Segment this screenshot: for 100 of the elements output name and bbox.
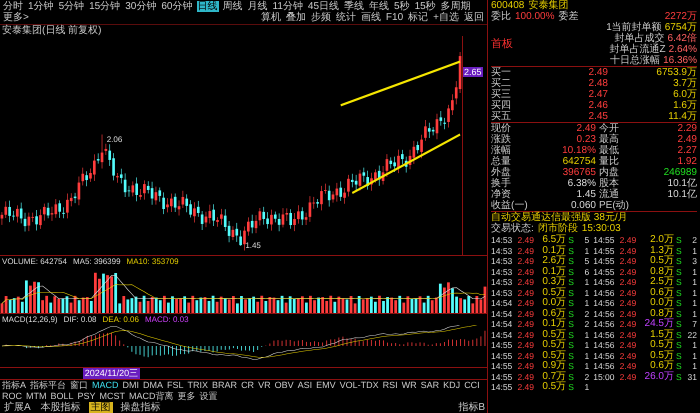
ma5-value: MA5: 396399 <box>72 256 121 267</box>
indicator-tab[interactable]: 指标B <box>458 402 485 413</box>
tick-time: 14:55 <box>491 340 514 350</box>
extension-tab[interactable]: 操盘指标 <box>118 402 163 413</box>
field-value: 2.49 <box>576 123 597 134</box>
period-tab[interactable]: 分时 <box>2 1 24 12</box>
indicator-tab[interactable]: VR <box>258 380 271 391</box>
tick-volume: 0.0万 <box>541 298 566 308</box>
tick-side: S <box>676 308 683 319</box>
tick-price: 2.49 <box>618 330 636 340</box>
field-value: 10.18% <box>561 145 597 156</box>
period-tab[interactable]: 月线 <box>246 1 268 12</box>
extension-tab[interactable]: 扩展A <box>2 402 33 413</box>
tick-volume: 0.6万 <box>649 288 674 298</box>
tick-count: 1 <box>583 350 590 361</box>
period-tab[interactable]: 多周期 <box>440 1 472 12</box>
trading-status: 闭市阶段 <box>538 223 578 234</box>
order-volume: 1.6万 <box>672 100 697 111</box>
period-tab[interactable]: 周线 <box>222 1 244 12</box>
tick-price: 2.49 <box>516 256 534 266</box>
extension-tab[interactable]: 本股指标 <box>38 402 83 413</box>
tick-count: 1 <box>691 266 697 277</box>
field-label: 最高 <box>599 134 620 145</box>
tick-price: 2.49 <box>516 361 534 372</box>
tick-count: 1 <box>583 277 590 288</box>
indicator-tab[interactable]: MCST <box>100 391 126 402</box>
indicator-tab[interactable]: TRIX <box>188 380 208 391</box>
indicator-tab[interactable]: 指标A <box>2 380 26 391</box>
indicator-tab[interactable]: FSL <box>167 380 184 391</box>
period-tab[interactable]: 更多> <box>2 12 30 23</box>
tick-price: 2.49 <box>516 298 534 308</box>
toolbar-button[interactable]: 画线 <box>360 12 382 23</box>
field-value: 246989 <box>662 167 697 178</box>
order-level: 买三 <box>491 89 512 100</box>
indicator-tab[interactable]: KDJ <box>443 380 460 391</box>
period-tab[interactable]: 1分钟 <box>27 1 55 12</box>
toolbar-button[interactable]: +自选 <box>432 12 460 23</box>
period-tab[interactable]: 45日线 <box>306 1 340 12</box>
indicator-tab[interactable]: ASI <box>298 380 312 391</box>
toolbar-button[interactable]: 步频 <box>310 12 332 23</box>
indicator-tab[interactable]: MACD <box>92 380 119 391</box>
toolbar-button[interactable]: 叠加 <box>284 12 307 23</box>
field-value: 642754 <box>562 156 597 167</box>
period-tab[interactable]: 5分钟 <box>58 1 86 12</box>
indicator-tab[interactable]: CR <box>241 380 254 391</box>
period-tab[interactable]: 60分钟 <box>160 1 194 12</box>
indicator-tab[interactable]: BOLL <box>50 391 74 402</box>
indicator-tab[interactable]: RSI <box>382 380 398 391</box>
period-tab[interactable]: 15秒 <box>414 1 437 12</box>
field-value: 2.49 <box>676 134 697 145</box>
tick-time: 14:53 <box>491 235 514 246</box>
tick-time: 14:55 <box>491 382 514 392</box>
field-value: 6754万 <box>664 22 697 33</box>
indicator-tab[interactable]: EMV <box>316 380 336 391</box>
field-label: 交易状态: <box>491 223 534 234</box>
indicator-tab[interactable]: CCI <box>464 380 480 391</box>
field-label: 今开 <box>599 123 620 134</box>
tick-count: 5 <box>583 256 590 266</box>
order-volume: 11.4万 <box>667 111 697 122</box>
period-tab[interactable]: 11分钟 <box>272 1 304 12</box>
indicator-tab[interactable]: ROC <box>2 391 22 402</box>
tick-price: 2.49 <box>618 266 636 277</box>
tick-price: 2.49 <box>516 382 534 392</box>
toolbar-button[interactable]: 算机 <box>260 12 282 23</box>
indicator-tab[interactable]: VOL-TDX <box>340 380 379 391</box>
indicator-tab[interactable]: DMA <box>143 380 164 391</box>
indicator-tab[interactable]: MTM <box>26 391 46 402</box>
period-tab[interactable]: 15分钟 <box>88 1 122 12</box>
indicator-tab[interactable]: DMI <box>122 380 140 391</box>
tick-side: S <box>676 298 683 308</box>
toolbar-button[interactable]: 返回 <box>463 12 485 23</box>
toolbar-button[interactable]: F10 <box>384 12 404 23</box>
indicator-tab[interactable]: BRAR <box>212 380 238 391</box>
toolbar-button[interactable]: 标记 <box>407 12 430 23</box>
indicator-tab[interactable]: 更多 <box>178 391 196 402</box>
period-tab[interactable]: 年线 <box>368 1 390 12</box>
tick-price: 2.49 <box>516 266 534 277</box>
tick-count: 1 <box>583 340 590 350</box>
indicator-tab[interactable]: 设置 <box>200 391 218 402</box>
indicator-tab[interactable]: OBV <box>274 380 294 391</box>
indicator-tab[interactable]: PSY <box>78 391 96 402</box>
period-tab[interactable]: 季线 <box>343 1 366 12</box>
indicator-tab[interactable]: 窗口 <box>70 380 88 391</box>
indicator-tab[interactable]: SAR <box>420 380 440 391</box>
period-tab[interactable]: 30分钟 <box>124 1 158 12</box>
period-tab[interactable]: 日线 <box>196 1 218 12</box>
indicator-tab[interactable]: MACD背离 <box>129 391 174 402</box>
field-value: 1.92 <box>676 156 697 167</box>
tick-price: 2.49 <box>618 277 636 288</box>
period-tab[interactable]: 5秒 <box>393 1 411 12</box>
limit-up-label: 首板 <box>491 38 513 50</box>
indicator-tab[interactable]: WR <box>402 380 417 391</box>
macd-value: MACD: 0.03 <box>144 314 189 325</box>
promo-text: 自动交易通达信最强版 38元/月 <box>491 212 629 223</box>
extension-tab[interactable]: 主图 <box>88 402 113 413</box>
tick-price: 2.49 <box>618 361 636 372</box>
indicator-tab[interactable]: 指标平台 <box>30 380 66 391</box>
tick-time: 14:55 <box>593 235 616 246</box>
toolbar-button[interactable]: 统计 <box>334 12 357 23</box>
tick-count: 1 <box>583 361 590 372</box>
